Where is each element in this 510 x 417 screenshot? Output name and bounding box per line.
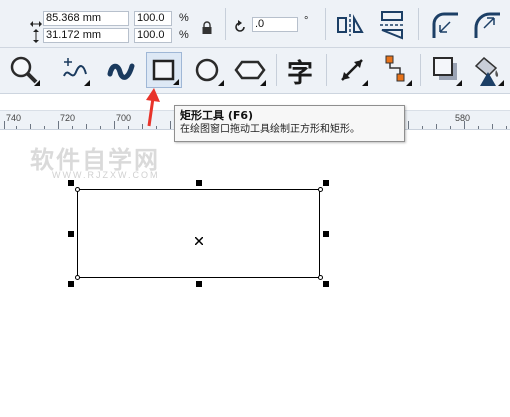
flyout-indicator	[362, 80, 368, 86]
coreldraw-window: 85.368 mm 31.172 mm 100.0 100.0 % % .0 °	[0, 0, 510, 417]
text-tool-icon: 字	[287, 59, 314, 89]
ruler-label: 740	[6, 113, 22, 123]
mirror-vertical-icon[interactable]	[378, 10, 406, 40]
drop-shadow-tool[interactable]	[428, 52, 464, 88]
tooltip-description: 在绘图窗口拖动工具绘制正方形和矩形。	[180, 124, 360, 135]
tooltip-title: 矩形工具 (F6)	[180, 109, 254, 122]
artistic-media-tool[interactable]	[104, 52, 140, 88]
flyout-indicator	[406, 80, 412, 86]
scale-y-field[interactable]: 100.0	[134, 28, 172, 43]
flyout-indicator	[84, 80, 90, 86]
annotation-arrow-icon	[142, 86, 162, 128]
corner-node[interactable]	[75, 275, 80, 280]
round-corner-icon[interactable]	[430, 10, 460, 40]
freehand-tool[interactable]	[56, 52, 92, 88]
corner-node[interactable]	[75, 187, 80, 192]
flyout-indicator	[34, 80, 40, 86]
toolbox: 字	[0, 48, 510, 94]
text-tool[interactable]: 字	[284, 52, 320, 89]
width-field[interactable]: 85.368 mm	[43, 11, 129, 26]
rotate-icon	[233, 19, 247, 33]
rectangle-tool[interactable]	[146, 52, 182, 88]
rotation-field[interactable]: .0	[252, 17, 298, 32]
corner-node[interactable]	[318, 275, 323, 280]
polygon-tool[interactable]	[232, 52, 268, 88]
selection-handle[interactable]	[68, 231, 74, 237]
selection-handle[interactable]	[196, 281, 202, 287]
flyout-indicator	[456, 80, 462, 86]
mirror-horizontal-icon[interactable]	[336, 12, 364, 38]
flyout-indicator	[173, 79, 179, 85]
connector-tool[interactable]	[378, 52, 414, 88]
flyout-indicator	[498, 80, 504, 86]
tool-tooltip: 矩形工具 (F6) 在绘图窗口拖动工具绘制正方形和矩形。	[174, 105, 405, 142]
lock-ratio-icon[interactable]	[201, 20, 213, 34]
separator	[276, 54, 277, 86]
selection-handle[interactable]	[323, 231, 329, 237]
separator	[225, 8, 226, 40]
fill-tool[interactable]	[470, 52, 506, 88]
separator	[420, 54, 421, 86]
dimension-tool[interactable]	[334, 52, 370, 88]
separator	[418, 8, 419, 40]
center-marker-icon	[194, 230, 204, 246]
separator	[326, 54, 327, 86]
corner-node[interactable]	[318, 187, 323, 192]
chamfer-corner-icon[interactable]	[472, 10, 502, 40]
scale-x-field[interactable]: 100.0	[134, 11, 172, 26]
ruler-label: 580	[455, 113, 471, 123]
selection-handle[interactable]	[68, 180, 74, 186]
separator	[325, 8, 326, 40]
flyout-indicator	[260, 80, 266, 86]
selection-handle[interactable]	[196, 180, 202, 186]
degree-unit: °	[304, 15, 309, 27]
selection-handle[interactable]	[323, 281, 329, 287]
ruler-label: 700	[116, 113, 132, 123]
scale-x-unit: %	[179, 12, 189, 24]
zoom-tool[interactable]	[6, 52, 42, 88]
scale-y-unit: %	[179, 29, 189, 41]
selection-handle[interactable]	[323, 180, 329, 186]
width-icon	[30, 13, 42, 27]
ellipse-tool[interactable]	[190, 52, 226, 88]
height-icon	[32, 28, 40, 43]
height-field[interactable]: 31.172 mm	[43, 28, 129, 43]
selection-handle[interactable]	[68, 281, 74, 287]
ruler-label: 720	[60, 113, 76, 123]
property-bar: 85.368 mm 31.172 mm 100.0 100.0 % % .0 °	[0, 0, 510, 48]
artistic-media-icon	[107, 63, 135, 80]
watermark-url: WWW.RJZXW.COM	[52, 170, 160, 180]
flyout-indicator	[218, 80, 224, 86]
